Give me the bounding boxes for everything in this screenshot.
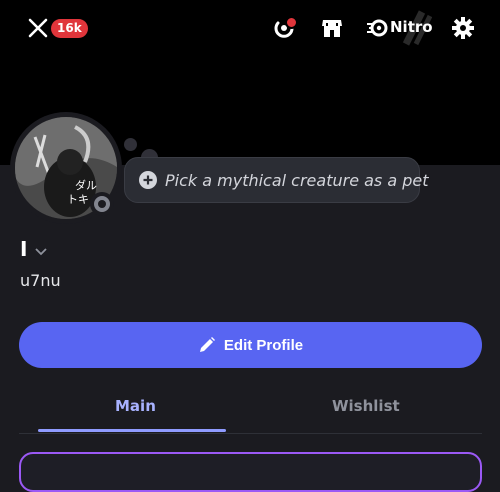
username: u7nu xyxy=(20,271,61,290)
custom-status-text: Pick a mythical creature as a pet xyxy=(165,171,429,190)
tab-divider xyxy=(19,433,482,434)
edit-profile-button[interactable]: Edit Profile xyxy=(19,322,482,368)
settings-button[interactable] xyxy=(449,14,477,42)
svg-text:トキ: トキ xyxy=(67,193,89,206)
active-tab-indicator xyxy=(38,429,226,432)
edit-profile-label: Edit Profile xyxy=(223,336,304,354)
notification-badge: 16k xyxy=(51,19,88,38)
tab-wishlist[interactable]: Wishlist xyxy=(332,397,400,415)
close-icon xyxy=(28,18,48,38)
close-button[interactable] xyxy=(24,14,52,42)
chevron-down-icon[interactable] xyxy=(34,244,48,258)
shop-icon xyxy=(322,20,342,37)
plus-circle-icon xyxy=(139,171,157,189)
display-name[interactable]: I xyxy=(20,237,27,261)
profile-card[interactable] xyxy=(19,452,482,492)
status-indicator xyxy=(94,196,110,212)
nitro-label: Nitro xyxy=(390,18,433,36)
bubble-dot xyxy=(124,138,137,151)
settings-icon xyxy=(452,17,474,39)
pencil-icon xyxy=(199,337,215,352)
shop-button[interactable] xyxy=(318,14,346,42)
custom-status-bubble[interactable]: Pick a mythical creature as a pet xyxy=(124,157,429,203)
nitro-icon xyxy=(367,19,388,37)
tab-main[interactable]: Main xyxy=(115,397,156,415)
svg-text:ダル: ダル xyxy=(75,178,97,192)
quests-alert-dot xyxy=(285,16,298,29)
